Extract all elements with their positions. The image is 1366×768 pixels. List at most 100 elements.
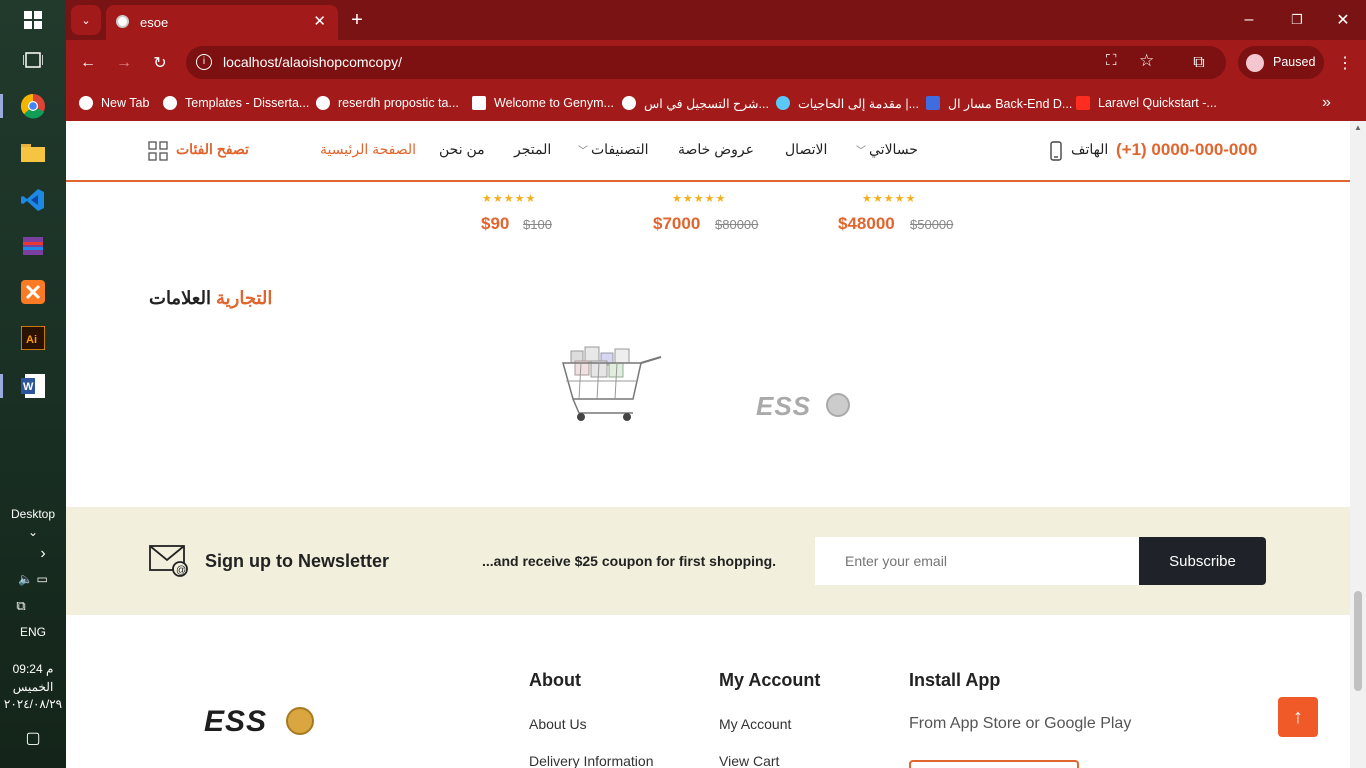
word-indicator [0, 374, 3, 398]
windows-start-icon[interactable] [19, 6, 47, 34]
address-bar[interactable]: i localhost/alaoishopcomcopy/ ⛶ ☆ [186, 46, 1226, 79]
nav-contact[interactable]: الاتصال [785, 141, 827, 158]
forward-icon[interactable]: → [109, 48, 139, 78]
vscode-icon[interactable] [19, 186, 47, 214]
bookmarks-bar: New Tab Templates - Disserta... reserdh … [66, 85, 1366, 121]
grid-icon[interactable] [148, 141, 168, 166]
footer-link-view-cart[interactable]: View Cart [719, 753, 779, 768]
more-bookmarks-icon[interactable]: » [1322, 85, 1331, 121]
tab-strip: ⌄ esoe ✕ + – ❐ ✕ [66, 0, 1366, 40]
site-navigation: تصفح الفئات الصفحة الرئيسية من نحن المتج… [66, 121, 1350, 182]
bookmark-item[interactable]: Templates - Disserta... [163, 85, 309, 121]
network-icon[interactable]: ⧉ [0, 598, 54, 614]
url-text[interactable]: localhost/alaoishopcomcopy/ [223, 54, 402, 70]
tab-title: esoe [140, 15, 169, 30]
newsletter-email-input[interactable] [815, 537, 1139, 585]
language-indicator[interactable]: ENG [0, 625, 66, 639]
bookmark-star-icon[interactable]: ☆ [1139, 51, 1154, 71]
product-old-price: $100 [523, 217, 552, 232]
footer-link-delivery[interactable]: Delivery Information [529, 753, 654, 768]
winrar-icon[interactable] [19, 232, 47, 260]
scroll-up-icon[interactable]: ▲ [1354, 123, 1362, 132]
file-explorer-icon[interactable] [19, 138, 47, 166]
clock-time[interactable]: 09:24 م [0, 662, 66, 676]
web-page: تصفح الفئات الصفحة الرئيسية من نحن المتج… [66, 121, 1350, 768]
product-rating: ★★★★★ [862, 193, 917, 205]
close-tab-icon[interactable]: ✕ [313, 12, 326, 30]
ess-brand-logo[interactable]: ESS [754, 391, 854, 421]
mail-icon: @ [149, 545, 191, 582]
subscribe-button[interactable]: Subscribe [1139, 537, 1266, 585]
shopping-cart-brand-logo[interactable] [561, 343, 666, 428]
svg-text:W: W [23, 381, 34, 393]
product-rating: ★★★★★ [672, 193, 727, 205]
word-icon[interactable]: W [19, 372, 47, 400]
clock-day[interactable]: الخميس [0, 680, 66, 694]
profile-button[interactable]: Paused [1238, 46, 1324, 79]
globe-icon [622, 96, 636, 110]
bookmark-item[interactable]: شرح التسجيل في اس... [622, 85, 769, 121]
nav-shop[interactable]: المتجر [514, 141, 551, 158]
bookmark-item[interactable]: Laravel Quickstart -... [1076, 85, 1217, 121]
bookmark-item[interactable]: مسار ال Back-End D... [926, 85, 1072, 121]
phone-number[interactable]: (+1) 0000-000-000 [1116, 140, 1257, 160]
site-footer: ESS About About Us Delivery Information … [66, 615, 1350, 768]
globe-icon [163, 96, 177, 110]
product-rating: ★★★★★ [482, 193, 537, 205]
footer-logo[interactable]: ESS [204, 705, 324, 739]
brands-heading: التجارية العلامات [149, 288, 273, 308]
reload-icon[interactable]: ↻ [145, 48, 175, 78]
clock-date[interactable]: ٢٠٢٤/٠٨/٢٩ [0, 697, 66, 711]
nav-categories[interactable]: ﹀ التصنيفات [578, 141, 649, 158]
more-menu-icon[interactable]: ⋮ [1330, 48, 1360, 78]
newsletter-section: @ Sign up to Newsletter ...and receive $… [66, 507, 1350, 615]
site-info-icon[interactable]: i [196, 54, 212, 70]
chevron-down-icon[interactable]: ⌄ [0, 525, 66, 539]
avatar [1246, 54, 1264, 72]
illustrator-icon[interactable]: Ai [19, 324, 47, 352]
restore-icon[interactable]: ❐ [1282, 5, 1312, 35]
notification-icon[interactable]: ▢ [0, 728, 66, 748]
footer-about-heading: About [529, 670, 581, 690]
bookmark-item[interactable]: Welcome to Genym... [472, 85, 614, 121]
volume-battery-icons[interactable]: 🔈 ▭ [0, 572, 66, 586]
desktop-label[interactable]: Desktop [0, 507, 66, 521]
browser-toolbar: ← → ↻ i localhost/alaoishopcomcopy/ ⛶ ☆ … [66, 40, 1366, 85]
profile-status: Paused [1273, 55, 1316, 69]
extensions-icon[interactable]: ⧉ [1184, 48, 1214, 78]
nav-about[interactable]: من نحن [439, 141, 485, 158]
nav-home[interactable]: الصفحة الرئيسية [320, 141, 416, 158]
minimize-icon[interactable]: – [1234, 5, 1264, 35]
chevron-down-icon: ﹀ [856, 146, 866, 157]
tab-esoe[interactable]: esoe ✕ [106, 5, 338, 40]
close-window-icon[interactable]: ✕ [1328, 5, 1358, 35]
xampp-icon[interactable] [19, 278, 47, 306]
chrome-icon[interactable] [19, 92, 47, 120]
chevron-down-icon: ﹀ [578, 146, 588, 157]
page-scrollbar[interactable]: ▲ [1350, 121, 1366, 768]
nav-special-offers[interactable]: عروض خاصة [678, 141, 754, 158]
windows-taskbar: Ai W Desktop ⌄ › 🔈 ▭ ⧉ ENG 09:24 م الخمي… [0, 0, 66, 768]
footer-link-about-us[interactable]: About Us [529, 716, 587, 732]
tab-search-icon[interactable]: ⌄ [71, 5, 101, 35]
nav-my-account[interactable]: ﹀ حسالاتي [856, 141, 918, 158]
ess-logo-mark-icon [826, 393, 850, 417]
footer-account-heading: My Account [719, 670, 821, 690]
scroll-to-top-button[interactable]: ↑ [1278, 697, 1318, 737]
flutter-icon [776, 96, 790, 110]
bookmark-item[interactable]: مقدمة إلى الحاجيات |... [776, 85, 919, 121]
new-tab-icon[interactable]: + [342, 5, 372, 35]
translate-icon[interactable]: ⛶ [1106, 52, 1117, 69]
active-app-indicator [0, 94, 3, 118]
back-icon[interactable]: ← [73, 48, 103, 78]
scroll-thumb[interactable] [1354, 591, 1362, 691]
ess-logo-mark-icon [286, 707, 314, 735]
gmail-icon [472, 96, 486, 110]
footer-link-my-account[interactable]: My Account [719, 716, 791, 732]
bookmark-item[interactable]: New Tab [79, 85, 149, 121]
phone-label: الهاتف [1071, 141, 1109, 157]
task-view-icon[interactable] [19, 46, 47, 74]
bookmark-item[interactable]: reserdh propostic ta... [316, 85, 459, 121]
browse-categories-link[interactable]: تصفح الفئات [176, 141, 249, 158]
app-store-badge[interactable] [909, 760, 1079, 768]
